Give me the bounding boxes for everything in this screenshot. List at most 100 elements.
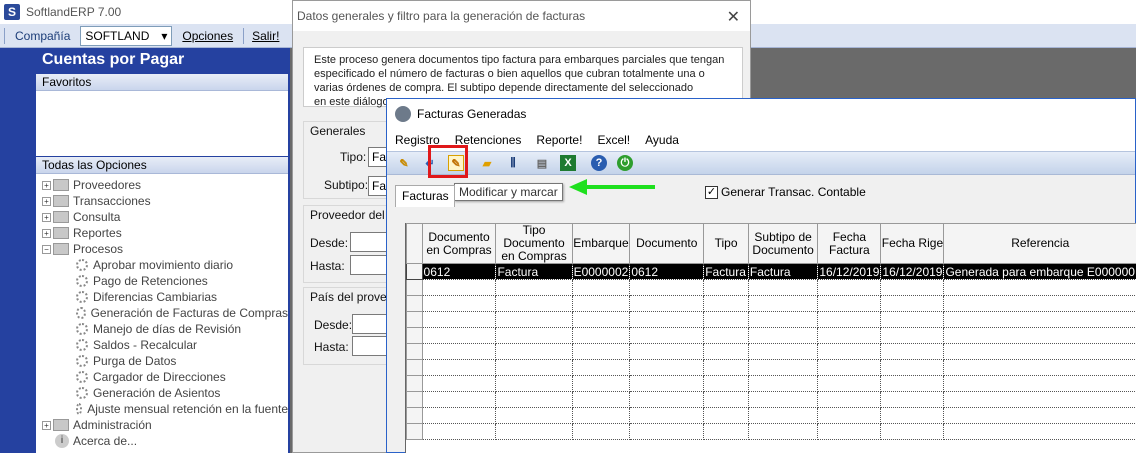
table-cell[interactable]	[943, 279, 1136, 296]
table-cell[interactable]	[495, 311, 573, 328]
column-header[interactable]: Subtipo de Documento	[747, 223, 819, 264]
table-cell[interactable]	[629, 279, 705, 296]
table-cell[interactable]	[817, 295, 882, 312]
empty-table-row[interactable]	[406, 327, 1136, 344]
tree-item-process[interactable]: Ajuste mensual retención en la fuente	[36, 401, 288, 417]
table-cell[interactable]	[747, 279, 819, 296]
table-cell[interactable]	[421, 407, 497, 424]
table-cell[interactable]	[747, 295, 819, 312]
table-cell[interactable]	[817, 375, 882, 392]
tree-item-process[interactable]: Purga de Datos	[36, 353, 288, 369]
row-header[interactable]	[406, 311, 423, 328]
expand-icon[interactable]: +	[42, 228, 51, 238]
table-cell[interactable]	[495, 343, 573, 360]
menu-excel[interactable]: Excel!	[597, 133, 630, 147]
table-cell[interactable]	[629, 423, 705, 440]
favorites-header[interactable]: Favoritos	[36, 74, 288, 91]
empty-table-row[interactable]	[406, 375, 1136, 392]
help-icon[interactable]: ?	[591, 155, 607, 171]
table-cell[interactable]	[571, 391, 631, 408]
expand-icon[interactable]: +	[42, 180, 51, 190]
columns-icon[interactable]: ⫼	[505, 155, 521, 171]
table-cell[interactable]	[880, 327, 945, 344]
table-cell[interactable]	[703, 295, 749, 312]
tab-facturas[interactable]: Facturas	[395, 185, 455, 207]
table-cell[interactable]	[880, 407, 945, 424]
table-cell[interactable]	[817, 343, 882, 360]
table-cell[interactable]: Generada para embarque E000000	[943, 263, 1136, 280]
expand-icon[interactable]: +	[42, 196, 51, 206]
folder-icon[interactable]: ▰	[479, 155, 495, 171]
table-cell[interactable]: 16/12/2019	[880, 263, 945, 280]
table-cell[interactable]	[571, 327, 631, 344]
table-cell[interactable]	[495, 391, 573, 408]
table-cell[interactable]	[880, 359, 945, 376]
table-cell[interactable]	[629, 359, 705, 376]
table-cell[interactable]	[495, 327, 573, 344]
table-cell[interactable]	[817, 359, 882, 376]
table-cell[interactable]	[703, 375, 749, 392]
table-cell[interactable]	[880, 391, 945, 408]
table-cell[interactable]	[495, 279, 573, 296]
print-icon[interactable]: ▤	[534, 155, 550, 171]
empty-table-row[interactable]	[406, 311, 1136, 328]
table-cell[interactable]	[817, 391, 882, 408]
column-header[interactable]: Embarque	[571, 223, 631, 264]
table-cell[interactable]	[629, 295, 705, 312]
table-cell[interactable]: 0612	[421, 263, 497, 280]
table-cell[interactable]	[880, 343, 945, 360]
table-cell[interactable]	[943, 375, 1136, 392]
column-header[interactable]: Documento	[629, 223, 705, 264]
row-header[interactable]	[406, 359, 423, 376]
empty-table-row[interactable]	[406, 279, 1136, 296]
table-cell[interactable]	[943, 311, 1136, 328]
table-cell[interactable]	[703, 311, 749, 328]
table-cell[interactable]	[571, 279, 631, 296]
table-cell[interactable]	[421, 327, 497, 344]
tree-item-process[interactable]: Generación de Facturas de Compras	[36, 305, 288, 321]
column-header[interactable]: Documento en Compras	[421, 223, 497, 264]
table-cell[interactable]	[703, 359, 749, 376]
table-cell[interactable]: Factura	[495, 263, 573, 280]
table-cell[interactable]	[880, 423, 945, 440]
empty-table-row[interactable]	[406, 391, 1136, 408]
menu-ayuda[interactable]: Ayuda	[645, 133, 679, 147]
tree-item-reportes[interactable]: + Reportes	[36, 225, 288, 241]
table-cell[interactable]	[817, 407, 882, 424]
table-cell[interactable]	[629, 327, 705, 344]
table-cell[interactable]	[880, 279, 945, 296]
table-cell[interactable]	[943, 359, 1136, 376]
table-cell[interactable]	[747, 391, 819, 408]
tree-item-process[interactable]: Saldos - Recalcular	[36, 337, 288, 353]
table-cell[interactable]	[747, 359, 819, 376]
empty-table-row[interactable]	[406, 359, 1136, 376]
table-cell[interactable]: 0612	[629, 263, 705, 280]
table-cell[interactable]	[703, 423, 749, 440]
table-cell[interactable]	[629, 375, 705, 392]
tree-item-process[interactable]: Pago de Retenciones	[36, 273, 288, 289]
table-cell[interactable]	[880, 375, 945, 392]
excel-icon[interactable]: X	[560, 155, 576, 171]
table-cell[interactable]	[747, 343, 819, 360]
table-cell[interactable]: Factura	[703, 263, 749, 280]
table-cell[interactable]	[747, 327, 819, 344]
empty-table-row[interactable]	[406, 423, 1136, 440]
table-cell[interactable]	[495, 423, 573, 440]
table-cell[interactable]	[747, 407, 819, 424]
table-cell[interactable]	[571, 343, 631, 360]
tree-item-procesos[interactable]: − Procesos	[36, 241, 288, 257]
open-icon[interactable]: ✎	[396, 155, 412, 171]
table-cell[interactable]	[703, 391, 749, 408]
expand-icon[interactable]: +	[42, 212, 51, 222]
exit-menu[interactable]: Salir!	[252, 29, 279, 43]
exit-icon[interactable]: ⏻	[617, 155, 633, 171]
table-cell[interactable]	[571, 423, 631, 440]
table-cell[interactable]	[495, 359, 573, 376]
empty-table-row[interactable]	[406, 407, 1136, 424]
table-cell[interactable]	[880, 295, 945, 312]
empty-table-row[interactable]	[406, 343, 1136, 360]
row-header[interactable]	[406, 375, 423, 392]
tree-item-process[interactable]: Aprobar movimiento diario	[36, 257, 288, 273]
table-cell[interactable]	[571, 375, 631, 392]
row-header[interactable]	[406, 423, 423, 440]
